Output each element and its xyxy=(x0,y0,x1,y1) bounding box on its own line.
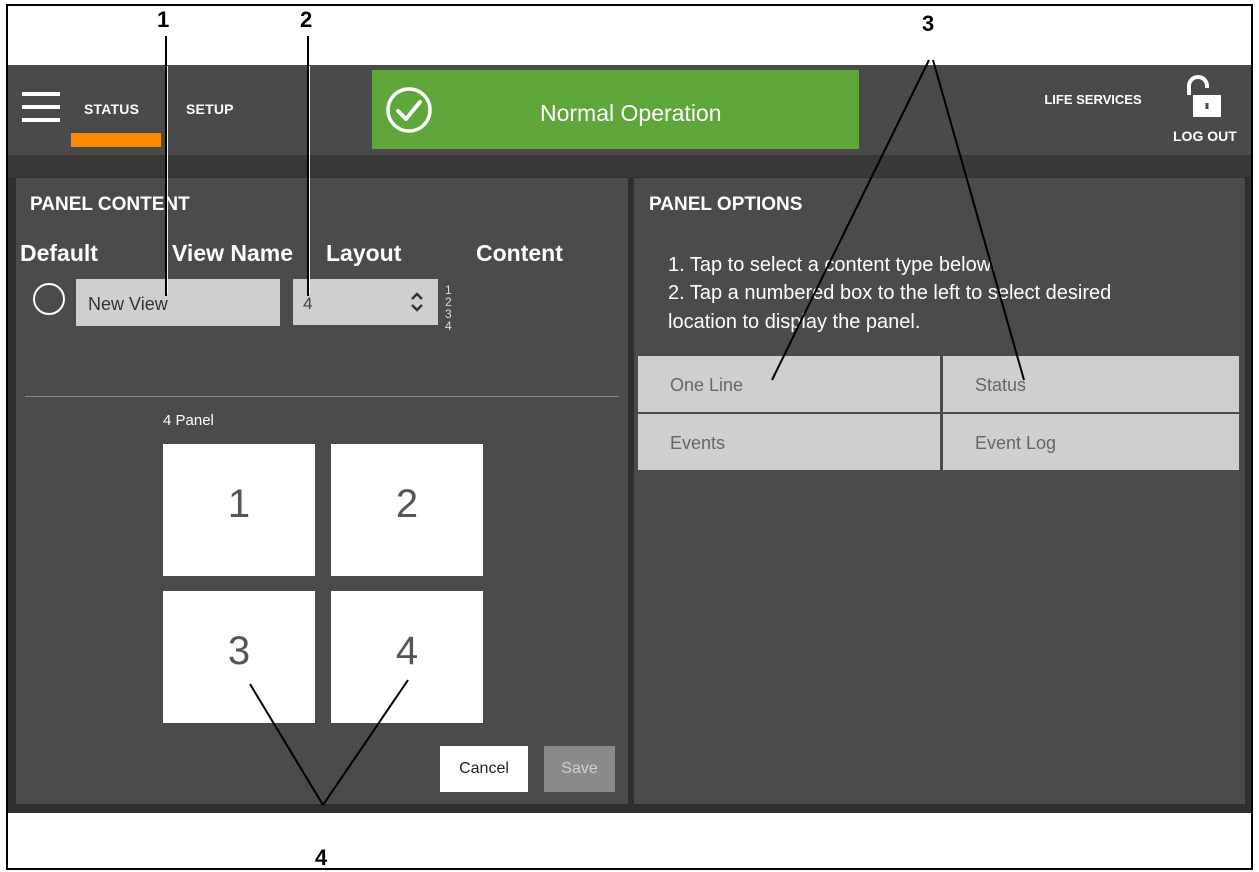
life-services-link[interactable]: LIFE SERVICES xyxy=(1043,89,1143,110)
check-circle-icon xyxy=(386,87,432,133)
callout-label-1: 1 xyxy=(157,7,170,32)
panel-cell-1[interactable]: 1 xyxy=(163,444,315,576)
panel-cell-3[interactable]: 3 xyxy=(163,591,315,723)
option-label: Events xyxy=(670,433,726,453)
status-banner: Normal Operation xyxy=(372,70,859,149)
instruction-line: 2. Tap a numbered box to the left to sel… xyxy=(668,282,1112,304)
panel-options-section: PANEL OPTIONS 1. Tap to select a content… xyxy=(634,178,1245,804)
callout-label-3: 3 xyxy=(922,11,935,36)
logout-button[interactable]: LOG OUT xyxy=(1173,128,1237,144)
top-nav-bar: STATUS SETUP Normal Operation LIFE SERVI… xyxy=(8,65,1251,155)
default-radio[interactable] xyxy=(33,283,65,315)
option-one-line[interactable]: One Line xyxy=(638,356,940,412)
column-layout: Layout xyxy=(326,240,402,266)
option-event-log[interactable]: Event Log xyxy=(943,414,1239,470)
panel-content-section: PANEL CONTENT Default View Name Layout C… xyxy=(16,178,628,804)
instruction-line: 1. Tap to select a content type below. xyxy=(668,254,996,276)
panel-content-title: PANEL CONTENT xyxy=(30,194,190,215)
layout-caption: 4 Panel xyxy=(163,412,214,429)
active-tab-indicator xyxy=(71,133,161,147)
instruction-line: location to display the panel. xyxy=(668,311,921,333)
option-label: Event Log xyxy=(975,433,1057,453)
divider xyxy=(25,396,619,397)
option-label: Status xyxy=(975,375,1027,395)
callout-label-2: 2 xyxy=(300,7,313,32)
content-number-list: 1 2 3 4 xyxy=(445,284,452,332)
panel-cell-4[interactable]: 4 xyxy=(331,591,483,723)
column-view-name: View Name xyxy=(172,240,294,266)
content-type-grid: One Line Status Events Event Log xyxy=(638,356,1239,471)
panel-cell-2[interactable]: 2 xyxy=(331,444,483,576)
cell-number: 4 xyxy=(395,629,419,673)
tab-setup[interactable]: SETUP xyxy=(186,101,234,117)
view-name-input[interactable] xyxy=(76,279,280,326)
cell-number: 1 xyxy=(227,482,251,526)
panel-options-title: PANEL OPTIONS xyxy=(649,194,803,215)
callout-label-4: 4 xyxy=(315,845,328,870)
layout-select[interactable]: 4 xyxy=(293,279,438,325)
bottom-bar xyxy=(8,808,1251,813)
option-label: One Line xyxy=(670,375,744,395)
cancel-button[interactable]: Cancel xyxy=(440,746,528,792)
option-events[interactable]: Events xyxy=(638,414,940,470)
cell-number: 3 xyxy=(227,629,251,673)
menu-icon[interactable] xyxy=(22,92,60,124)
save-button[interactable]: Save xyxy=(544,746,615,792)
sub-header-bar xyxy=(8,155,1251,177)
column-content: Content xyxy=(476,240,563,266)
content-number: 4 xyxy=(445,319,452,333)
option-status[interactable]: Status xyxy=(943,356,1239,412)
column-default: Default xyxy=(20,240,98,266)
layout-value: 4 xyxy=(303,294,313,313)
unlock-icon[interactable] xyxy=(1183,75,1223,119)
status-text: Normal Operation xyxy=(540,100,722,126)
cell-number: 2 xyxy=(395,482,419,526)
chevron-up-down-icon xyxy=(411,292,423,312)
tab-status[interactable]: STATUS xyxy=(84,101,139,117)
